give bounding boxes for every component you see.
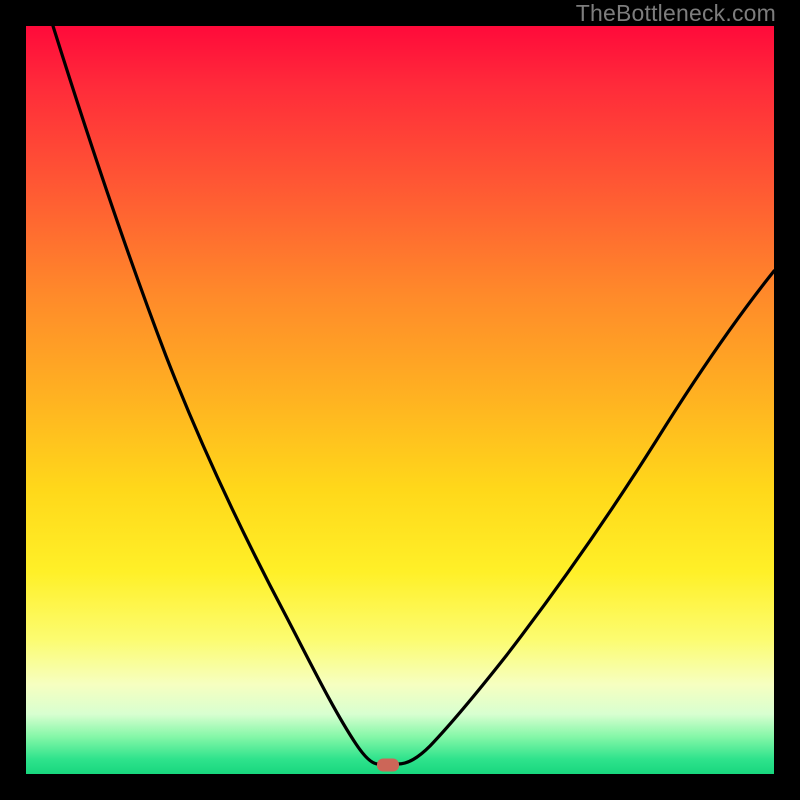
bottleneck-curve-path: [53, 26, 774, 764]
watermark-text: TheBottleneck.com: [576, 0, 776, 27]
minimum-marker: [377, 759, 399, 772]
bottleneck-curve: [26, 26, 774, 774]
chart-frame: [26, 26, 774, 774]
